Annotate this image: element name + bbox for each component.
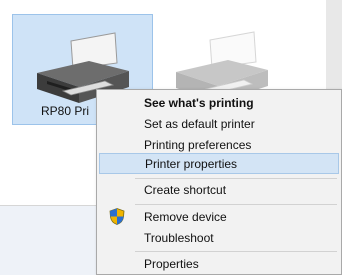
menu-separator bbox=[135, 178, 337, 179]
menu-separator bbox=[135, 204, 337, 205]
menu-item-remove-device[interactable]: Remove device bbox=[99, 207, 339, 228]
menu-item-label: Create shortcut bbox=[144, 183, 227, 197]
menu-item-label: See what's printing bbox=[144, 96, 254, 110]
menu-item-label: Properties bbox=[144, 257, 199, 271]
shield-icon bbox=[109, 208, 125, 225]
context-menu: See what's printing Set as default print… bbox=[96, 89, 342, 275]
scroll-strip[interactable] bbox=[326, 0, 342, 100]
menu-separator bbox=[135, 251, 337, 252]
device-label: RP80 Pri bbox=[41, 104, 90, 118]
menu-item-label: Set as default printer bbox=[144, 117, 255, 131]
menu-item-set-default[interactable]: Set as default printer bbox=[99, 114, 339, 135]
menu-item-properties[interactable]: Properties bbox=[99, 254, 339, 275]
menu-item-label: Printer properties bbox=[145, 157, 238, 171]
details-pane bbox=[0, 206, 100, 275]
menu-item-label: Troubleshoot bbox=[144, 231, 214, 245]
menu-item-troubleshoot[interactable]: Troubleshoot bbox=[99, 228, 339, 249]
menu-item-see-whats-printing[interactable]: See what's printing bbox=[99, 93, 339, 114]
menu-item-printer-properties[interactable]: Printer properties bbox=[99, 153, 339, 174]
menu-item-label: Remove device bbox=[144, 210, 227, 224]
menu-item-create-shortcut[interactable]: Create shortcut bbox=[99, 180, 339, 201]
menu-item-label: Printing preferences bbox=[144, 138, 252, 152]
